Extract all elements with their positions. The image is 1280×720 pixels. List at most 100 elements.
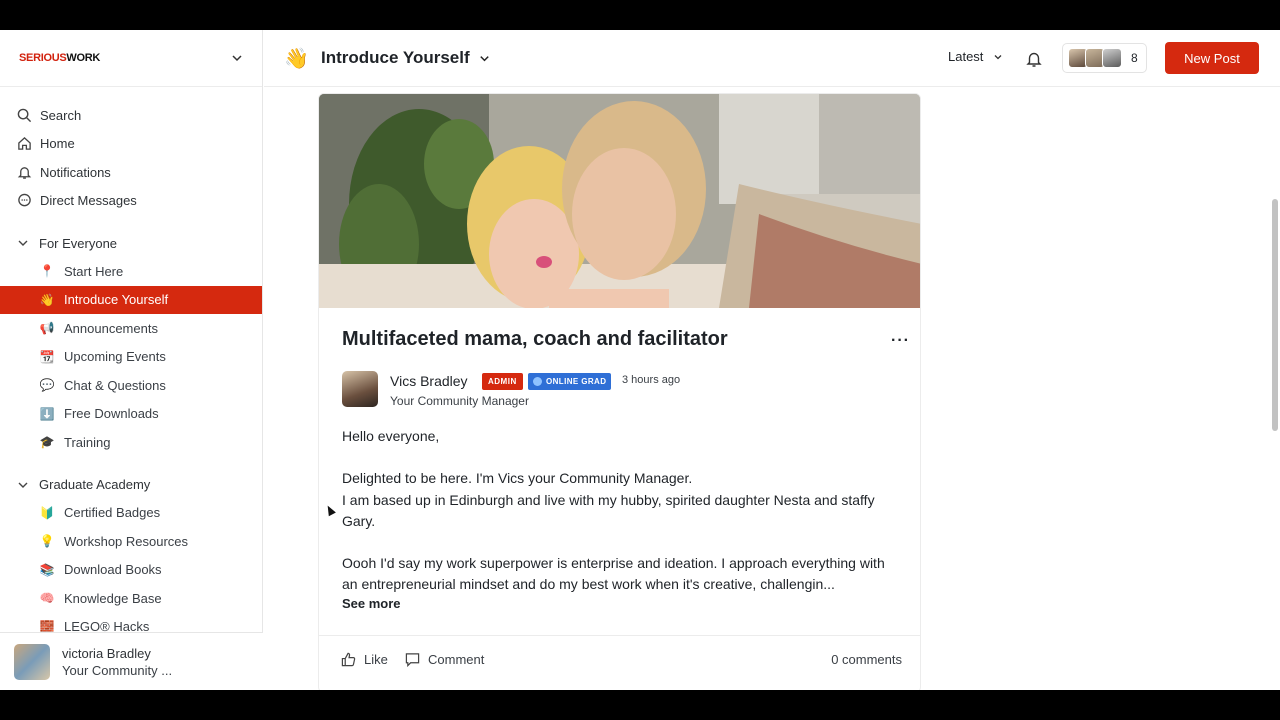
chevron-down-icon <box>18 482 28 488</box>
like-label: Like <box>364 652 388 667</box>
current-user-menu[interactable]: victoria Bradley Your Community ... <box>0 632 263 690</box>
user-name: victoria Bradley <box>62 645 151 661</box>
nav-label: Notifications <box>40 164 111 180</box>
scrollbar[interactable] <box>1270 87 1280 690</box>
sidebar: SERIOUSWORK Search Home Notifications Di… <box>0 30 263 690</box>
space-label: Certified Badges <box>64 505 161 521</box>
home-icon <box>16 136 32 152</box>
space-workshop-resources[interactable]: 💡 Workshop Resources <box>0 527 262 556</box>
like-button[interactable]: Like <box>341 652 388 667</box>
chevron-down-icon <box>18 240 28 246</box>
sort-label: Latest <box>948 49 984 64</box>
post-timestamp[interactable]: 3 hours ago <box>622 374 680 386</box>
sort-dropdown[interactable]: Latest <box>948 49 1003 64</box>
author-avatar[interactable] <box>342 371 378 407</box>
bell-icon <box>16 164 32 180</box>
space-announcements[interactable]: 📢 Announcements <box>0 314 262 343</box>
post-actions: Like Comment 0 comments <box>319 635 920 690</box>
wave-icon: 👋 <box>39 292 55 307</box>
nav-search[interactable]: Search <box>0 101 262 130</box>
nav-direct-messages[interactable]: Direct Messages <box>0 187 262 216</box>
download-arrow-icon: ⬇️ <box>39 406 55 421</box>
user-subtitle: Your Community ... <box>62 662 173 678</box>
graduation-cap-icon: 🎓 <box>39 435 55 450</box>
section-for-everyone[interactable]: For Everyone <box>0 229 262 257</box>
page-title[interactable]: Introduce Yourself <box>321 48 470 68</box>
member-count: 8 <box>1131 51 1138 65</box>
comment-icon <box>405 653 420 667</box>
post-body: Hello everyone, Delighted to be here. I'… <box>342 426 902 596</box>
post-cover-image <box>319 94 920 308</box>
space-download-books[interactable]: 📚 Download Books <box>0 556 262 585</box>
speech-bubble-icon: 💬 <box>39 378 55 393</box>
chat-bubble-icon <box>16 193 32 209</box>
space-free-downloads[interactable]: ⬇️ Free Downloads <box>0 400 262 429</box>
members-button[interactable]: 8 <box>1062 43 1147 73</box>
nav-home[interactable]: Home <box>0 130 262 159</box>
nav-notifications[interactable]: Notifications <box>0 158 262 187</box>
section-graduate-academy[interactable]: Graduate Academy <box>0 471 262 499</box>
space-label: Free Downloads <box>64 406 159 422</box>
avatar <box>1102 48 1122 68</box>
chevron-down-icon[interactable] <box>230 51 244 65</box>
space-label: Introduce Yourself <box>64 292 169 308</box>
pin-icon: 📍 <box>39 264 55 279</box>
comment-label: Comment <box>428 652 485 667</box>
bell-icon[interactable] <box>1025 50 1043 68</box>
space-label: Knowledge Base <box>64 590 162 606</box>
globe-icon <box>533 377 542 386</box>
space-certified-badges[interactable]: 🔰 Certified Badges <box>0 499 262 528</box>
main-nav: Search Home Notifications Direct Message… <box>0 87 262 641</box>
nav-label: Direct Messages <box>40 193 137 209</box>
post-title[interactable]: Multifaceted mama, coach and facilitator <box>342 328 728 351</box>
calendar-icon: 📆 <box>39 349 55 364</box>
space-label: Upcoming Events <box>64 349 166 365</box>
space-introduce-yourself[interactable]: 👋 Introduce Yourself <box>0 285 262 314</box>
space-header: 👋 Introduce Yourself Latest 8 New Post <box>264 30 1280 87</box>
lightbulb-icon: 💡 <box>39 534 55 549</box>
space-upcoming-events[interactable]: 📆 Upcoming Events <box>0 343 262 372</box>
author-role: Your Community Manager <box>390 394 529 408</box>
books-icon: 📚 <box>39 562 55 577</box>
space-knowledge-base[interactable]: 🧠 Knowledge Base <box>0 584 262 613</box>
post-card: Multifaceted mama, coach and facilitator… <box>318 93 921 690</box>
brain-icon: 🧠 <box>39 591 55 606</box>
new-post-button[interactable]: New Post <box>1165 42 1259 74</box>
space-label: Download Books <box>64 562 162 578</box>
wave-icon: 👋 <box>284 47 309 70</box>
section-title: Graduate Academy <box>39 477 151 492</box>
post-paragraph: I am based up in Edinburgh and live with… <box>342 491 875 529</box>
more-options-icon[interactable]: ··· <box>891 332 910 350</box>
space-label: Chat & Questions <box>64 377 166 393</box>
post-paragraph: Oooh I'd say my work superpower is enter… <box>342 555 885 593</box>
admin-badge: ADMIN <box>482 373 523 390</box>
author-name[interactable]: Vics Bradley <box>390 373 468 389</box>
space-label: Training <box>64 434 111 450</box>
brand-logo: SERIOUSWORK <box>19 52 101 64</box>
app-window: SERIOUSWORK Search Home Notifications Di… <box>0 30 1280 690</box>
space-label: Workshop Resources <box>64 533 189 549</box>
comments-count[interactable]: 0 comments <box>831 652 902 667</box>
see-more-link[interactable]: See more <box>342 596 401 611</box>
post-paragraph: Delighted to be here. I'm Vics your Comm… <box>342 470 693 487</box>
space-training[interactable]: 🎓 Training <box>0 428 262 457</box>
space-start-here[interactable]: 📍 Start Here <box>0 257 262 286</box>
badge-label: ONLINE GRAD <box>546 377 607 386</box>
community-switcher[interactable]: SERIOUSWORK <box>0 30 262 87</box>
search-icon <box>16 107 32 123</box>
nav-label: Home <box>40 136 75 152</box>
space-label: Start Here <box>64 263 124 279</box>
section-title: For Everyone <box>39 235 118 251</box>
nav-label: Search <box>40 107 82 123</box>
chevron-down-icon <box>994 54 1002 59</box>
photo-illustration <box>319 94 920 308</box>
chevron-down-icon[interactable] <box>478 52 491 65</box>
space-chat-questions[interactable]: 💬 Chat & Questions <box>0 371 262 400</box>
online-grad-badge: ONLINE GRAD <box>528 373 612 390</box>
post-paragraph: Hello everyone, <box>342 428 440 444</box>
comment-button[interactable]: Comment <box>405 652 484 667</box>
avatar <box>14 643 50 680</box>
badge-icon: 🔰 <box>39 505 55 520</box>
scrollbar-thumb[interactable] <box>1272 199 1278 431</box>
space-label: Announcements <box>64 320 158 336</box>
